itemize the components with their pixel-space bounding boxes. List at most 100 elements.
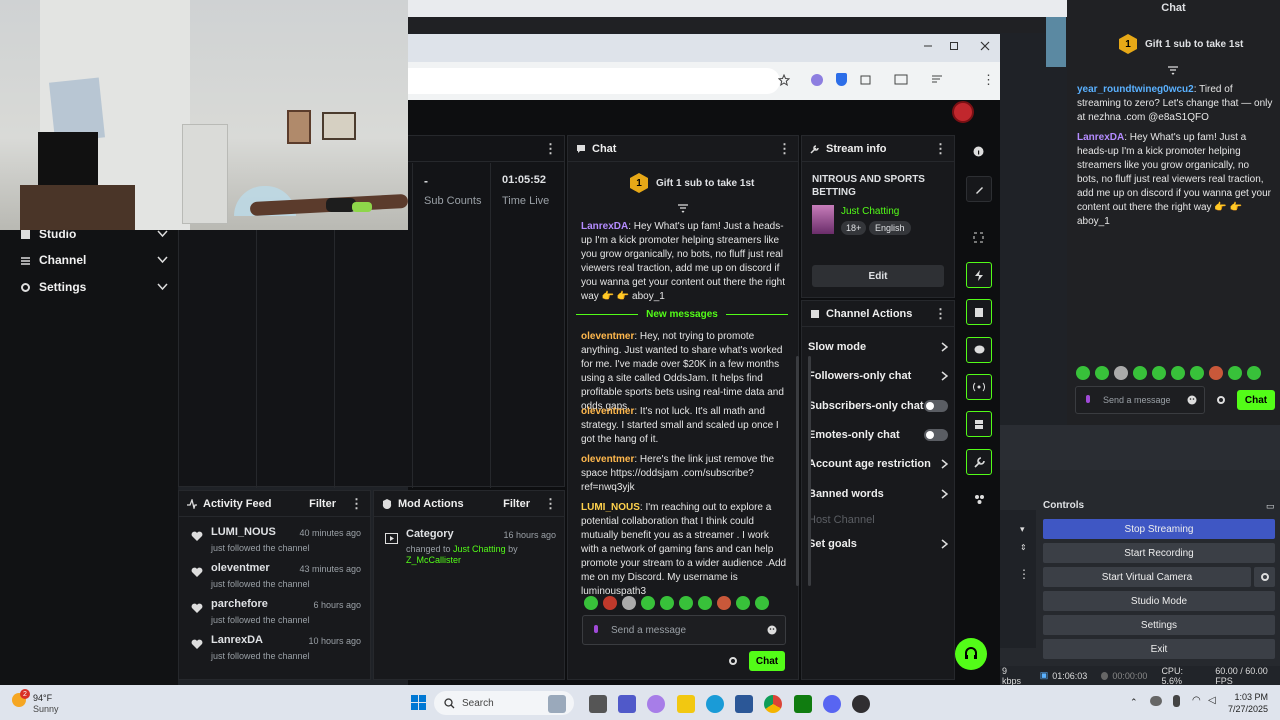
pencil-icon[interactable]: [966, 176, 992, 202]
taskbar-store-icon[interactable]: [735, 695, 753, 713]
followers-only-row[interactable]: Followers-only chat: [808, 370, 948, 382]
close-icon[interactable]: [979, 40, 991, 52]
microphone-icon[interactable]: [591, 624, 601, 636]
clock-time[interactable]: 1:03 PM: [1228, 692, 1268, 702]
info-icon[interactable]: [973, 146, 984, 157]
sidebar-item-settings[interactable]: Settings: [20, 277, 168, 297]
chat-scrollbar[interactable]: [796, 356, 799, 586]
activity-filter-button[interactable]: Filter: [309, 498, 336, 510]
taskbar-copilot-icon[interactable]: [647, 695, 665, 713]
account-age-row[interactable]: Account age restriction: [808, 458, 948, 470]
emoji-icon[interactable]: [767, 625, 777, 635]
emote-bar[interactable]: [1076, 366, 1266, 383]
emoji-icon[interactable]: [1187, 395, 1197, 405]
chat-username[interactable]: oleventmer: [581, 454, 634, 465]
taskbar-chrome-icon[interactable]: [764, 695, 782, 713]
chat-username[interactable]: LUMI_NOUS: [581, 502, 640, 513]
obs-settings-button[interactable]: Settings: [1043, 615, 1275, 635]
pinned-collapse-icon[interactable]: [677, 204, 689, 213]
more-icon[interactable]: ⋮: [1018, 567, 1030, 581]
start-virtual-camera-button[interactable]: Start Virtual Camera: [1043, 567, 1251, 587]
taskbar-taskview-icon[interactable]: [589, 695, 607, 713]
chat-toggle-icon[interactable]: [966, 337, 992, 363]
windows-start-icon[interactable]: [411, 695, 427, 711]
puzzle-icon[interactable]: [859, 73, 872, 86]
taskbar-discord-icon[interactable]: [823, 695, 841, 713]
subscribers-only-toggle[interactable]: [924, 400, 948, 412]
clock-date[interactable]: 7/27/2025: [1224, 704, 1268, 714]
chat-username[interactable]: oleventmer: [581, 331, 634, 342]
gift-sub-banner[interactable]: 1 Gift 1 sub to take 1st: [630, 173, 754, 193]
taskbar-widgets-icon[interactable]: [548, 695, 566, 713]
tray-mic-icon[interactable]: [1173, 695, 1180, 707]
chat-settings-icon[interactable]: [1216, 395, 1226, 405]
start-recording-button[interactable]: Start Recording: [1043, 543, 1275, 563]
chat-username[interactable]: oleventmer: [581, 406, 634, 417]
wrench-tool-icon[interactable]: [966, 449, 992, 475]
new-messages-divider[interactable]: New messages: [576, 309, 788, 320]
slow-mode-row[interactable]: Slow mode: [808, 341, 948, 353]
actions-scrollbar[interactable]: [808, 356, 811, 586]
focus-icon[interactable]: [973, 232, 984, 243]
set-goals-row[interactable]: Set goals: [808, 538, 948, 550]
more-icon[interactable]: ⋮: [778, 141, 791, 157]
more-icon[interactable]: ⋮: [350, 496, 363, 512]
virtual-camera-settings-icon[interactable]: [1254, 567, 1275, 587]
chat-username[interactable]: LanrexDA: [1077, 132, 1124, 143]
wifi-icon[interactable]: ◠: [1192, 695, 1201, 706]
support-headset-button[interactable]: [955, 638, 987, 670]
url-input[interactable]: [400, 68, 780, 94]
more-icon[interactable]: ⋮: [544, 496, 557, 512]
tray-chevron-icon[interactable]: ⌃: [1130, 697, 1138, 708]
taskbar-explorer-icon[interactable]: [677, 695, 695, 713]
minimize-icon[interactable]: [922, 40, 934, 52]
spinner-icon[interactable]: ⇕: [1020, 543, 1027, 552]
edit-stream-button[interactable]: Edit: [812, 265, 944, 287]
stop-streaming-button[interactable]: Stop Streaming: [1043, 519, 1275, 539]
community-icon[interactable]: [973, 493, 985, 505]
volume-icon[interactable]: ◁: [1208, 695, 1216, 706]
dock-chat-input[interactable]: Send a message: [1075, 386, 1205, 414]
dropdown-arrow-icon[interactable]: ▾: [1020, 524, 1025, 535]
cast-icon[interactable]: [894, 73, 908, 86]
sidebar-item-channel[interactable]: Channel: [20, 250, 168, 270]
layout-icon[interactable]: [966, 411, 992, 437]
more-icon[interactable]: ⋮: [934, 141, 947, 157]
taskbar-xbox-icon[interactable]: [794, 695, 812, 713]
banned-words-row[interactable]: Banned words: [808, 488, 948, 500]
emote-bar[interactable]: [584, 596, 774, 613]
shield-extension-icon[interactable]: [836, 73, 847, 86]
exit-button[interactable]: Exit: [1043, 639, 1275, 659]
lightning-icon[interactable]: [966, 262, 992, 288]
studio-mode-button[interactable]: Studio Mode: [1043, 591, 1275, 611]
bookmark-star-icon[interactable]: [778, 74, 790, 86]
maximize-icon[interactable]: [948, 40, 960, 52]
taskbar-teams-icon[interactable]: [618, 695, 636, 713]
mod-filter-button[interactable]: Filter: [503, 498, 530, 510]
chat-settings-icon[interactable]: [728, 656, 738, 666]
broadcast-icon[interactable]: [966, 374, 992, 400]
avatar[interactable]: [952, 101, 974, 123]
emotes-only-toggle[interactable]: [924, 429, 948, 441]
microphone-icon[interactable]: [1083, 394, 1093, 406]
dock-popout-icon[interactable]: ▭: [1266, 501, 1275, 512]
chat-input[interactable]: Send a message: [582, 615, 786, 645]
gift-sub-banner[interactable]: 1 Gift 1 sub to take 1st: [1119, 34, 1243, 54]
taskbar-edge-icon[interactable]: [706, 695, 724, 713]
more-icon[interactable]: ⋮: [934, 306, 947, 322]
dock-chat-send-button[interactable]: Chat: [1237, 390, 1275, 410]
chat-username[interactable]: year_roundtwineg0wcu2: [1077, 84, 1194, 95]
pinned-collapse-icon[interactable]: [1167, 66, 1179, 75]
emotes-only-row[interactable]: Emotes-only chat: [808, 429, 948, 441]
category-link[interactable]: Just Chatting: [841, 206, 899, 217]
subscribers-only-row[interactable]: Subscribers-only chat: [808, 400, 948, 412]
notes-icon[interactable]: [966, 299, 992, 325]
menu-kebab-icon[interactable]: ⋮: [982, 72, 995, 88]
more-icon[interactable]: ⋮: [544, 141, 557, 157]
extension-icon[interactable]: [811, 74, 823, 86]
tray-cloud-icon[interactable]: [1150, 696, 1162, 706]
taskbar-obs-icon[interactable]: [852, 695, 870, 713]
chat-username[interactable]: LanrexDA: [581, 221, 628, 232]
chat-send-button[interactable]: Chat: [749, 651, 785, 671]
media-control-icon[interactable]: [931, 73, 944, 86]
